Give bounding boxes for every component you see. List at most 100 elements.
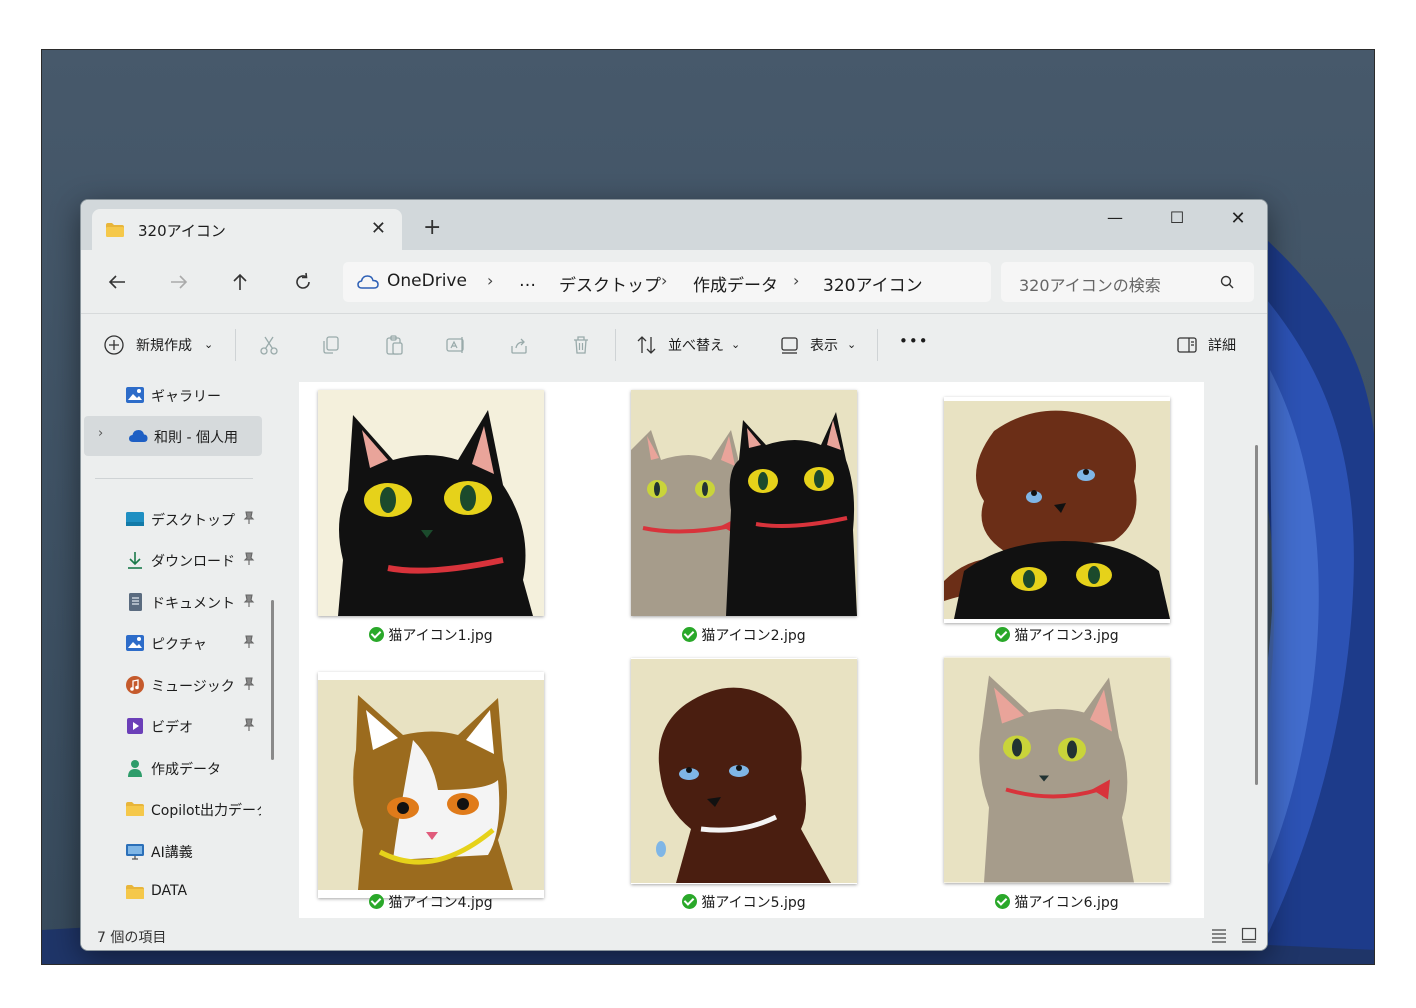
tab-close-button[interactable]: ✕ — [371, 218, 386, 239]
pin-icon[interactable] — [243, 677, 255, 691]
share-icon[interactable] — [508, 334, 530, 356]
up-arrow-icon[interactable] — [228, 270, 252, 294]
breadcrumb-desktop[interactable]: デスクトップ — [559, 271, 661, 296]
chevron-down-icon[interactable]: ⌄ — [731, 338, 740, 351]
back-arrow-icon[interactable] — [105, 270, 129, 294]
new-tab-button[interactable]: + — [423, 217, 441, 239]
file-name[interactable]: 猫アイコン3.jpg — [907, 625, 1207, 645]
sidebar-item-label: DATA — [151, 883, 188, 899]
divider — [877, 329, 878, 361]
breadcrumb-more[interactable]: … — [519, 271, 536, 291]
file-name[interactable]: 猫アイコン2.jpg — [594, 625, 894, 645]
address-bar[interactable]: OneDrive › … デスクトップ › 作成データ › 320アイコン — [343, 262, 991, 302]
sidebar-item-created-data[interactable]: 作成データ — [81, 748, 259, 788]
minimize-button[interactable]: — — [1095, 208, 1135, 236]
details-button[interactable]: 詳細 — [1208, 335, 1236, 355]
navigation-pane: ギャラリー › 和則 - 個人用 デスクトップ ダウンロード ドキュメント ピク… — [81, 375, 281, 920]
file-name[interactable]: 猫アイコン1.jpg — [281, 625, 581, 645]
chevron-down-icon[interactable]: ⌄ — [847, 338, 856, 351]
close-window-button[interactable]: ✕ — [1218, 208, 1258, 236]
new-plus-icon[interactable] — [103, 334, 125, 356]
status-bar: 7 個の項目 — [81, 920, 1267, 950]
file-name[interactable]: 猫アイコン5.jpg — [594, 892, 894, 912]
sidebar-scrollbar[interactable] — [271, 600, 274, 760]
file-thumbnail[interactable] — [318, 672, 544, 898]
more-options-button[interactable]: ••• — [899, 332, 929, 350]
copy-icon[interactable] — [320, 334, 342, 356]
file-explorer-window: 320アイコン ✕ + — ☐ ✕ OneDrive › … デスクトップ › … — [80, 199, 1268, 951]
music-icon — [126, 676, 144, 694]
file-thumbnail[interactable] — [944, 657, 1170, 883]
file-grid: 猫アイコン1.jpg 猫アイコン2.jpg 猫アイコン3.jpg 猫アイコン4.… — [299, 382, 1204, 918]
chevron-down-icon[interactable]: ⌄ — [204, 338, 213, 351]
sync-check-icon — [995, 627, 1011, 642]
sidebar-item-music[interactable]: ミュージック — [81, 665, 259, 705]
view-button[interactable]: 表示 — [810, 335, 838, 355]
file-thumbnail[interactable] — [631, 658, 857, 884]
sidebar-item-desktop[interactable]: デスクトップ — [81, 499, 259, 539]
pin-icon[interactable] — [243, 552, 255, 566]
search-icon[interactable] — [1220, 275, 1234, 289]
rename-icon[interactable] — [445, 334, 467, 356]
chevron-right-icon[interactable]: › — [98, 426, 103, 441]
document-icon — [129, 593, 142, 611]
folder-icon — [126, 802, 144, 816]
sidebar-item-label: 和則 - 個人用 — [154, 430, 238, 446]
cut-icon[interactable] — [258, 334, 280, 356]
search-placeholder: 320アイコンの検索 — [1019, 276, 1161, 295]
tab-320-icon[interactable]: 320アイコン ✕ — [92, 209, 402, 250]
sidebar-item-downloads[interactable]: ダウンロード — [81, 540, 259, 580]
user-folder-icon — [128, 760, 142, 777]
desktop-screen: 320アイコン ✕ + — ☐ ✕ OneDrive › … デスクトップ › … — [41, 49, 1375, 965]
sync-check-icon — [682, 894, 698, 909]
pin-icon[interactable] — [243, 635, 255, 649]
breadcrumb-separator[interactable]: › — [661, 271, 667, 290]
onedrive-cloud-icon — [129, 430, 148, 442]
tab-title: 320アイコン — [138, 222, 226, 240]
desktop-icon — [126, 512, 144, 526]
large-icons-view-icon[interactable] — [1241, 927, 1257, 943]
new-button[interactable]: 新規作成 — [136, 335, 192, 355]
file-name[interactable]: 猫アイコン6.jpg — [907, 892, 1207, 912]
file-thumbnail[interactable] — [944, 397, 1170, 623]
breadcrumb-onedrive[interactable]: OneDrive — [387, 271, 467, 291]
pin-icon[interactable] — [243, 594, 255, 608]
sidebar-item-label: ギャラリー — [151, 389, 221, 405]
breadcrumb-separator[interactable]: › — [487, 271, 493, 290]
sidebar-item-label: 作成データ — [151, 762, 221, 778]
sidebar-item-documents[interactable]: ドキュメント — [81, 582, 259, 622]
sidebar-item-ai-lecture[interactable]: AI講義 — [81, 831, 259, 871]
folder-icon — [126, 885, 144, 899]
delete-icon[interactable] — [570, 334, 592, 356]
gallery-icon — [126, 387, 144, 403]
navigation-bar: OneDrive › … デスクトップ › 作成データ › 320アイコン 32… — [81, 250, 1267, 314]
pin-icon[interactable] — [243, 718, 255, 732]
refresh-icon[interactable] — [291, 270, 315, 294]
sort-icon[interactable] — [636, 334, 658, 356]
sidebar-item-pictures[interactable]: ピクチャ — [81, 623, 259, 663]
file-name[interactable]: 猫アイコン4.jpg — [281, 892, 581, 912]
sidebar-item-copilot-output[interactable]: Copilot出力データ — [81, 789, 261, 829]
sync-check-icon — [995, 894, 1011, 909]
download-icon — [128, 552, 142, 569]
content-scrollbar[interactable] — [1255, 445, 1258, 785]
file-thumbnail[interactable] — [318, 390, 544, 616]
sort-button[interactable]: 並べ替え — [668, 335, 724, 355]
file-thumbnail[interactable] — [631, 390, 857, 616]
maximize-button[interactable]: ☐ — [1157, 208, 1197, 236]
breadcrumb-separator[interactable]: › — [793, 271, 799, 290]
breadcrumb-current-folder[interactable]: 320アイコン — [823, 271, 923, 296]
sidebar-item-gallery[interactable]: ギャラリー — [81, 375, 259, 415]
details-pane-icon[interactable] — [1176, 334, 1198, 356]
breadcrumb-created-data[interactable]: 作成データ — [693, 271, 778, 296]
sidebar-item-videos[interactable]: ビデオ — [81, 706, 259, 746]
pin-icon[interactable] — [243, 511, 255, 525]
details-view-icon[interactable] — [1211, 927, 1227, 943]
sync-check-icon — [369, 627, 385, 642]
sidebar-item-data[interactable]: DATA — [81, 872, 259, 912]
search-input[interactable]: 320アイコンの検索 — [1001, 262, 1254, 302]
paste-icon[interactable] — [383, 334, 405, 356]
forward-arrow-icon[interactable] — [167, 270, 191, 294]
view-icon[interactable] — [779, 334, 801, 356]
sidebar-item-onedrive[interactable]: › 和則 - 個人用 — [84, 416, 262, 456]
